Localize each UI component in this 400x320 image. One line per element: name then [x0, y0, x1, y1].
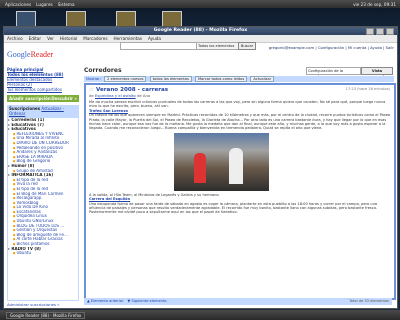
entry-paragraph: Un clásico de los que aparecen siempre e… [89, 113, 391, 131]
maximize-icon[interactable] [376, 28, 384, 35]
subscription-list: Correderas (1)Educativos (7)EducativosRE… [7, 117, 79, 301]
menu-ver[interactable]: Ver [47, 36, 54, 41]
show-label: Mostrar: [86, 77, 101, 81]
window-title: Google Reader (88) - Mozilla Firefox [153, 28, 248, 33]
refresh-button[interactable]: Actualizar [250, 76, 275, 82]
close-icon[interactable] [386, 28, 394, 35]
menu-historial[interactable]: Historial [60, 36, 77, 41]
entries-footer: ▲ Elemento anterior ▼ Siguiente elemento… [84, 298, 392, 305]
folder-settings-select[interactable]: Configuración de la carpeta... [306, 67, 361, 79]
entry-source-link[interactable]: Espiridina y el asfalto [95, 93, 136, 98]
folder-title: Corredores [84, 67, 122, 74]
logo-google-text: Google [7, 50, 31, 59]
mark-all-read-button[interactable]: Marcar todos como leídos [195, 76, 248, 82]
entry-source-prefix: de [89, 93, 94, 98]
entries-toolbar: Mostrar: 2 elementos nuevos todos los el… [84, 76, 394, 82]
entry-pane[interactable]: ☆ Verano 2008 - carreras 17:23 (hace 16 … [84, 83, 396, 300]
desktop-top-panel: Aplicaciones Lugares Sistema vie 23 de s… [0, 0, 400, 8]
minimize-icon[interactable] [366, 28, 374, 35]
main-content: Corredores Configuración de la carpeta..… [84, 67, 396, 307]
firefox-window: Google Reader (88) - Mozilla Firefox Arc… [3, 26, 398, 309]
entry-source: de Espiridina y el asfalto de Ana [89, 93, 391, 98]
menu-editar[interactable]: Editar [29, 36, 41, 41]
search-scope-select[interactable]: Todos los elementos [196, 42, 239, 50]
next-item-button[interactable]: ▼ Siguiente elemento [128, 299, 167, 303]
search-button[interactable]: Buscar [238, 42, 256, 50]
window-titlebar[interactable]: Google Reader (88) - Mozilla Firefox [4, 27, 397, 35]
menu-archivo[interactable]: Archivo [7, 36, 23, 41]
account-links[interactable]: gregorio@example.com | Configuración | M… [269, 45, 394, 50]
filter-new-items[interactable]: 2 elementos nuevos [104, 76, 147, 82]
window-controls [366, 28, 394, 35]
add-subscription-button[interactable]: Añadir suscripción Descubrir » [7, 95, 79, 102]
left-navigation: Página principal Todos los elementos (88… [7, 67, 79, 307]
compact-view-button[interactable]: Vista compacta [361, 67, 393, 79]
nav-shared[interactable]: Tus elementos compartidos [7, 87, 79, 92]
subscriptions-header: Suscripciones Actualizar · Ordenar [7, 105, 79, 117]
search-input[interactable] [120, 42, 197, 50]
previous-item-button[interactable]: ▲ Elemento anterior [87, 299, 123, 303]
entry-author: de Ana [136, 93, 151, 98]
panel-clock[interactable]: vie 23 de sep, 09:31 [353, 2, 396, 7]
logo-reader-text: Reader [30, 50, 54, 59]
filter-all-items[interactable]: todos los elementos [149, 76, 192, 82]
menu-aplicaciones[interactable]: Aplicaciones [5, 2, 31, 7]
entry-header: ☆ Verano 2008 - carreras 17:23 (hace 16 … [86, 85, 394, 100]
items-count: Total de 33 elementos [349, 299, 389, 303]
subscription-feed[interactable]: Ubuntu [8, 251, 78, 256]
add-subscription-label: Añadir suscripción [9, 96, 51, 101]
taskbar-firefox-button[interactable]: Google Reader (88) - Mozilla Firefox [6, 311, 86, 319]
entry-paragraph: Una estupenda forma de pasar una tarde d… [89, 201, 378, 215]
manage-subscriptions-link[interactable]: Administrar suscripciones » [7, 302, 59, 307]
menu-marcadores[interactable]: Marcadores [83, 36, 107, 41]
menu-herramientas[interactable]: Herramientas [114, 36, 143, 41]
entry-date: 17:23 (hace 16 minutos) [345, 87, 390, 91]
menu-lugares[interactable]: Lugares [36, 2, 53, 7]
entry-body: Me da mucha pereza escribir crónicas pun… [86, 100, 394, 215]
menu-ayuda[interactable]: Ayuda [148, 36, 161, 41]
google-reader-logo[interactable]: GoogleReader [7, 50, 53, 59]
discover-link[interactable]: Descubrir » [51, 96, 77, 101]
menu-sistema[interactable]: Sistema [58, 2, 75, 7]
entry-paragraph: Me da mucha pereza escribir crónicas pun… [89, 100, 386, 109]
bottom-taskbar: Google Reader (88) - Mozilla Firefox [0, 310, 400, 320]
entry-photo [174, 132, 269, 191]
